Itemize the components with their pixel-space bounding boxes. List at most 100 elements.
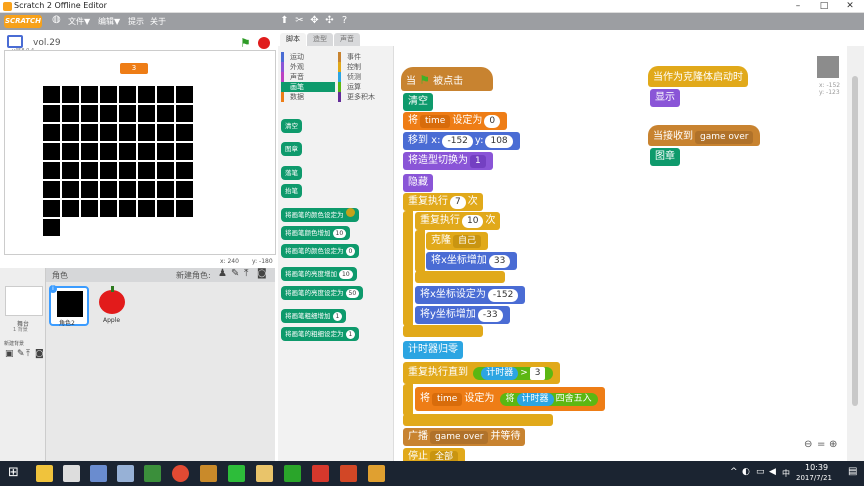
sprite-library-icon[interactable]: ♟ [218, 268, 227, 279]
palette-pen-block[interactable]: 清空 [281, 119, 302, 133]
chrome-icon[interactable] [172, 465, 189, 482]
scrollbar-thumb[interactable] [852, 76, 858, 406]
sprite-tile[interactable]: i 角色2 [49, 285, 89, 327]
menu-tips[interactable]: 提示 [128, 16, 144, 27]
paint-sprite-icon[interactable]: ✎ [231, 268, 239, 279]
category-left-3[interactable]: 画笔 [281, 82, 335, 92]
zoom-out-icon[interactable]: ⊖ [804, 439, 812, 450]
stop-icon[interactable] [258, 37, 270, 49]
scratch-taskbar-icon[interactable] [200, 465, 217, 482]
round-operator[interactable]: 将计时器 四舍五入 [499, 393, 598, 406]
message-dropdown[interactable]: game over [430, 431, 489, 444]
number-input[interactable]: 0 [345, 247, 356, 256]
number-input[interactable]: 1 [345, 330, 356, 339]
variable-dropdown[interactable]: time [420, 115, 451, 128]
scratch-logo[interactable]: SCRATCH [4, 15, 42, 28]
fullscreen-icon[interactable] [7, 35, 23, 48]
number-input[interactable]: 10 [332, 229, 347, 238]
palette-pen-block[interactable]: 将画笔粗细增加 1 [281, 309, 347, 323]
delete-tool-icon[interactable]: ✂ [294, 15, 305, 27]
timer-reporter[interactable]: 计时器 [516, 393, 554, 406]
repeat-until-block[interactable]: 重复执行直到 计时器 >3 [403, 362, 561, 384]
reset-timer-block[interactable]: 计时器归零 [403, 341, 463, 359]
number-input[interactable]: 3 [529, 367, 546, 380]
wechat-icon[interactable] [228, 465, 245, 482]
project-name[interactable]: vol.29 [33, 38, 61, 48]
palette-pen-block[interactable]: 将画笔的颜色设定为 [281, 208, 359, 222]
shield-app-icon[interactable] [117, 465, 134, 482]
set-x-block[interactable]: 将x坐标设定为 -152 [415, 286, 526, 304]
palette-pen-block[interactable]: 将画笔的颜色设定为 0 [281, 244, 360, 258]
scratch-app-icon[interactable] [368, 465, 385, 482]
number-input[interactable]: 10 [339, 270, 353, 279]
palette-pen-block[interactable]: 落笔 [281, 166, 302, 180]
clone-target-dropdown[interactable]: 自己 [453, 235, 482, 248]
app-icon[interactable] [90, 465, 107, 482]
clear-block[interactable]: 清空 [403, 93, 433, 111]
tray-chevron-icon[interactable]: ^ [730, 467, 738, 477]
camera-sprite-icon[interactable]: ◙ [257, 268, 267, 279]
close-icon[interactable]: ✕ [838, 0, 862, 13]
category-left-1[interactable]: 外观 [281, 62, 335, 72]
category-right-4[interactable]: 更多积木 [338, 92, 392, 102]
number-input[interactable]: 50 [345, 289, 360, 298]
stage-canvas[interactable]: 3 [4, 50, 276, 255]
greater-than-operator[interactable]: 计时器 >3 [473, 367, 554, 380]
category-left-4[interactable]: 数据 [281, 92, 335, 102]
calculator-icon[interactable] [63, 465, 80, 482]
number-input[interactable]: 7 [450, 196, 466, 209]
repeat-block[interactable]: 重复执行 7 次 [403, 193, 483, 211]
globe-icon[interactable]: ◍ [52, 14, 61, 25]
variable-dropdown[interactable]: time [432, 393, 463, 406]
category-right-3[interactable]: 运算 [338, 82, 392, 92]
goto-xy-block[interactable]: 移到 x: -152 y: 108 [403, 132, 520, 150]
script-area[interactable]: 当 ⚑ 被点击 清空 将 time 设定为 0 移到 x: -152 y: 108 将造型切… [395, 46, 847, 461]
when-flag-clicked-block[interactable]: 当 ⚑ 被点击 [401, 67, 493, 91]
tab-scripts[interactable]: 脚本 [280, 33, 306, 46]
number-input[interactable]: 33 [488, 255, 511, 268]
menu-file[interactable]: 文件▼ [68, 16, 90, 27]
change-y-block[interactable]: 将y坐标增加 -33 [415, 306, 510, 324]
category-right-2[interactable]: 侦测 [338, 72, 392, 82]
duplicate-tool-icon[interactable]: ⬆ [279, 15, 290, 27]
volume-icon[interactable]: ◀ [769, 467, 776, 477]
stage-selector[interactable]: 舞台 1 背景 新建背景 ▣ ✎ ⤒ ◙ [0, 268, 46, 461]
stop-block[interactable]: 停止 全部 [403, 448, 466, 461]
when-start-as-clone-block[interactable]: 当作为克隆体启动时 [648, 66, 748, 87]
category-left-0[interactable]: 运动 [281, 52, 335, 62]
palette-pen-block[interactable]: 将画笔的亮度增加 10 [281, 267, 357, 281]
number-input[interactable]: -152 [487, 289, 519, 302]
tab-sounds[interactable]: 声音 [334, 33, 360, 46]
maximize-icon[interactable]: □ [812, 0, 836, 13]
app-icon[interactable] [284, 465, 301, 482]
green-flag-icon[interactable]: ⚑ [240, 36, 251, 50]
zoom-in-icon[interactable]: ⊕ [829, 439, 837, 450]
create-clone-block[interactable]: 克隆 自己 [426, 232, 489, 250]
number-input[interactable]: -33 [477, 309, 503, 322]
menu-edit[interactable]: 编辑▼ [98, 16, 120, 27]
number-input[interactable]: 1 [332, 312, 343, 321]
category-right-1[interactable]: 控制 [338, 62, 392, 72]
color-swatch[interactable] [345, 208, 355, 217]
hide-block[interactable]: 隐藏 [403, 174, 433, 192]
notification-icon[interactable]: ▤ [848, 466, 857, 477]
backdrop-library-icon[interactable]: ▣ [5, 349, 14, 359]
minimize-icon[interactable]: – [786, 0, 810, 13]
camera-backdrop-icon[interactable]: ◙ [35, 349, 44, 359]
number-input[interactable]: 108 [485, 135, 513, 148]
ime-indicator[interactable]: 中 [782, 468, 790, 479]
repeat-inner-block[interactable]: 重复执行 10 次 [415, 212, 501, 230]
message-dropdown[interactable]: game over [695, 131, 754, 144]
palette-pen-block[interactable]: 将画笔颜色增加 10 [281, 226, 351, 240]
category-left-2[interactable]: 声音 [281, 72, 335, 82]
upload-backdrop-icon[interactable]: ⤒ [26, 349, 30, 359]
tray-app-icon[interactable]: ◐ [742, 467, 750, 477]
set-variable-block[interactable]: 将 time 设定为 0 [403, 112, 508, 130]
category-right-0[interactable]: 事件 [338, 52, 392, 62]
paint-backdrop-icon[interactable]: ✎ [17, 349, 25, 359]
clock-time[interactable]: 10:39 [805, 463, 828, 472]
timer-reporter[interactable]: 计时器 [481, 367, 519, 380]
palette-pen-block[interactable]: 图章 [281, 142, 302, 156]
change-x-block[interactable]: 将x坐标增加 33 [426, 252, 518, 270]
when-receive-block[interactable]: 当接收到 game over [648, 125, 761, 146]
